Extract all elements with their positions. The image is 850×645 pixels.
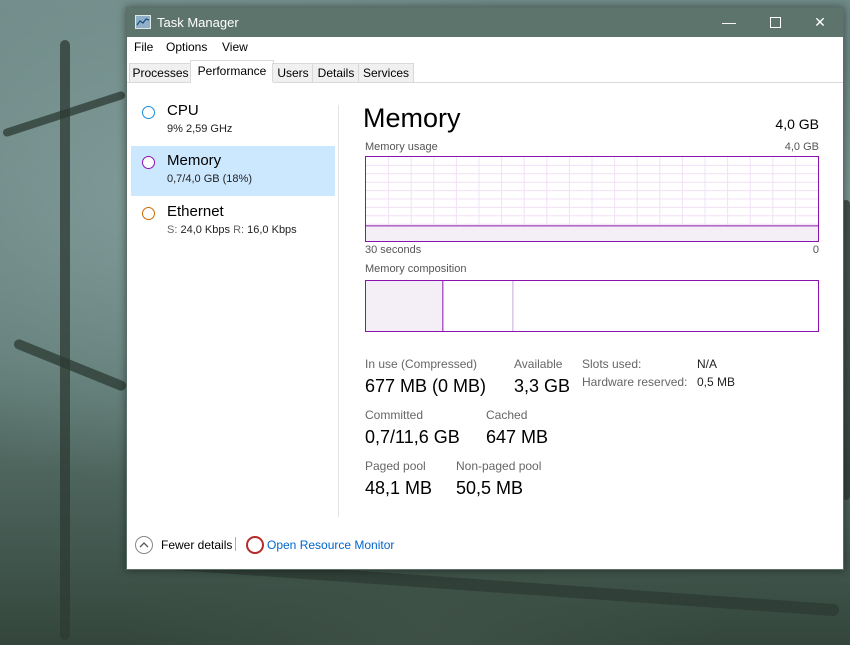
usage-chart-label: Memory usage bbox=[365, 141, 438, 153]
maximize-icon bbox=[769, 16, 781, 28]
menu-file[interactable]: File bbox=[134, 40, 153, 54]
receive-label: R: bbox=[233, 224, 245, 236]
tab-services[interactable]: Services bbox=[358, 63, 414, 82]
ethernet-indicator-icon bbox=[142, 207, 155, 220]
sidebar-item-subtitle: 9% 2,59 GHz bbox=[167, 123, 233, 135]
paged-pool-value: 48,1 MB bbox=[365, 478, 433, 498]
time-span-label: 30 seconds bbox=[365, 244, 422, 256]
in-use-value: 677 MB (0 MB) bbox=[365, 376, 487, 396]
minimize-button[interactable]: — bbox=[706, 8, 752, 37]
page-title: Memory bbox=[363, 103, 461, 133]
slots-used-label: Slots used: bbox=[582, 357, 642, 371]
menu-bar: File Options View bbox=[127, 37, 843, 57]
tab-users[interactable]: Users bbox=[272, 63, 314, 82]
hardware-reserved-label: Hardware reserved: bbox=[582, 375, 688, 389]
sidebar-item-subtitle: S: 24,0 Kbps R: 16,0 Kbps bbox=[167, 224, 297, 236]
receive-value: 16,0 Kbps bbox=[247, 224, 297, 236]
fewer-details-button[interactable]: Fewer details bbox=[161, 538, 232, 552]
sidebar-item-cpu[interactable]: CPU 9% 2,59 GHz bbox=[131, 96, 335, 146]
hardware-reserved-value: 0,5 MB bbox=[697, 375, 736, 389]
window-title: Task Manager bbox=[157, 15, 239, 30]
task-manager-window: Task Manager — ✕ File Options View Proce… bbox=[126, 7, 844, 570]
usage-fill bbox=[366, 225, 818, 241]
background-branch bbox=[60, 40, 70, 640]
sidebar-item-ethernet[interactable]: Ethernet S: 24,0 Kbps R: 16,0 Kbps bbox=[131, 197, 335, 247]
performance-sidebar: CPU 9% 2,59 GHz Memory 0,7/4,0 GB (18%) … bbox=[127, 96, 339, 516]
available-value: 3,3 GB bbox=[514, 376, 571, 396]
resource-monitor-icon[interactable] bbox=[246, 536, 264, 554]
task-manager-icon bbox=[135, 15, 151, 29]
sidebar-item-title: Memory bbox=[167, 152, 222, 169]
memory-usage-graph bbox=[366, 157, 818, 241]
memory-usage-chart bbox=[365, 156, 819, 242]
menu-options[interactable]: Options bbox=[166, 40, 207, 54]
footer-bar: Fewer details Open Resource Monitor bbox=[127, 533, 843, 557]
panel-divider bbox=[338, 105, 339, 517]
cpu-indicator-icon bbox=[142, 106, 155, 119]
footer-divider bbox=[235, 537, 236, 551]
sidebar-item-subtitle: 0,7/4,0 GB (18%) bbox=[167, 173, 252, 185]
memory-composition-chart bbox=[365, 280, 819, 332]
maximize-button[interactable] bbox=[752, 8, 798, 37]
memory-indicator-icon bbox=[142, 156, 155, 169]
send-label: S: bbox=[167, 224, 178, 236]
cached-label: Cached bbox=[486, 408, 528, 422]
tab-details[interactable]: Details bbox=[312, 63, 360, 82]
committed-label: Committed bbox=[365, 408, 424, 422]
usage-chart-max: 4,0 GB bbox=[784, 141, 819, 153]
paged-pool-label: Paged pool bbox=[365, 459, 426, 473]
background-branch bbox=[12, 337, 128, 393]
memory-composition-bar bbox=[366, 281, 514, 331]
available-label: Available bbox=[514, 357, 563, 371]
sidebar-item-memory[interactable]: Memory 0,7/4,0 GB (18%) bbox=[131, 146, 335, 196]
title-bar[interactable]: Task Manager — ✕ bbox=[127, 8, 843, 37]
tab-processes[interactable]: Processes bbox=[129, 63, 192, 82]
close-button[interactable]: ✕ bbox=[797, 8, 843, 37]
menu-view[interactable]: View bbox=[222, 40, 248, 54]
cached-value: 647 MB bbox=[486, 427, 549, 447]
tab-bar: Processes Performance Users Details Serv… bbox=[127, 60, 843, 83]
tab-performance[interactable]: Performance bbox=[190, 60, 274, 83]
memory-total: 4,0 GB bbox=[775, 116, 819, 132]
in-use-segment bbox=[366, 281, 443, 331]
chevron-up-icon[interactable] bbox=[135, 536, 153, 554]
time-end-label: 0 bbox=[812, 244, 819, 256]
in-use-label: In use (Compressed) bbox=[365, 357, 478, 371]
committed-value: 0,7/11,6 GB bbox=[365, 427, 460, 447]
non-paged-pool-label: Non-paged pool bbox=[456, 459, 542, 473]
sidebar-item-title: CPU bbox=[167, 102, 199, 119]
non-paged-pool-value: 50,5 MB bbox=[456, 478, 524, 498]
slots-used-value: N/A bbox=[697, 357, 718, 371]
composition-chart-label: Memory composition bbox=[365, 263, 467, 275]
sidebar-item-title: Ethernet bbox=[167, 203, 224, 220]
open-resource-monitor-link[interactable]: Open Resource Monitor bbox=[267, 538, 394, 552]
send-value: 24,0 Kbps bbox=[180, 224, 231, 236]
